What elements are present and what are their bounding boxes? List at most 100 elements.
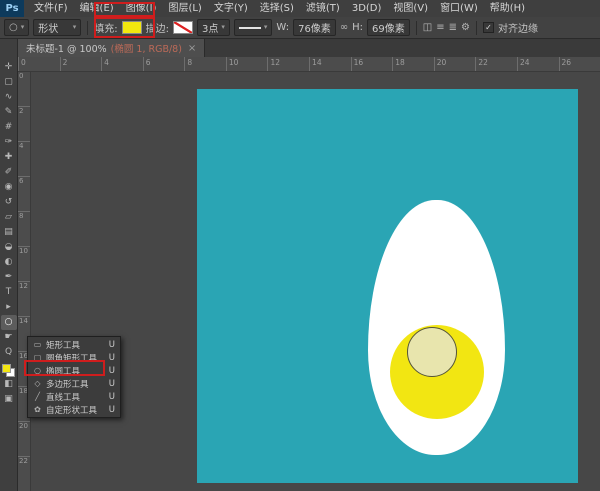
menu-item[interactable]: 编辑(E) bbox=[74, 0, 120, 17]
tool-icon: ◒ bbox=[5, 243, 13, 252]
menu-item[interactable]: 窗口(W) bbox=[434, 0, 484, 17]
ruler-tick: 10 bbox=[18, 246, 30, 281]
fill-label: 填充: bbox=[94, 20, 117, 35]
tool-button[interactable]: ✛ bbox=[1, 60, 17, 75]
height-label: H: bbox=[352, 22, 363, 33]
flyout-item-shortcut: U bbox=[109, 392, 115, 402]
flyout-item-label: 圆角矩形工具 bbox=[46, 352, 105, 364]
chevron-down-icon: ▾ bbox=[221, 24, 225, 31]
flyout-menu-item[interactable]: ▭ 矩形工具 U bbox=[28, 338, 120, 351]
tool-button[interactable]: ▤ bbox=[1, 225, 17, 240]
close-tab-icon[interactable]: × bbox=[188, 43, 196, 54]
tool-button[interactable]: Q bbox=[1, 345, 17, 360]
shape-width-input[interactable]: 76像素 bbox=[293, 19, 336, 36]
tool-button[interactable]: ✒ bbox=[1, 270, 17, 285]
ruler-tick: 14 bbox=[309, 57, 351, 71]
tool-button[interactable]: ✐ bbox=[1, 165, 17, 180]
tool-button[interactable]: ○ bbox=[1, 315, 17, 330]
tool-button[interactable]: ☛ bbox=[1, 330, 17, 345]
tool-button[interactable]: ▱ bbox=[1, 210, 17, 225]
canvas[interactable] bbox=[197, 89, 578, 483]
menu-item[interactable]: 图像(I) bbox=[120, 0, 163, 17]
menu-item[interactable]: 视图(V) bbox=[387, 0, 434, 17]
align-edges-checkbox[interactable]: ✓ bbox=[483, 22, 494, 33]
egg-white-shape bbox=[368, 200, 505, 455]
tool-icon: ☛ bbox=[4, 333, 12, 342]
tool-button[interactable]: ✎ bbox=[1, 105, 17, 120]
document-tab[interactable]: 未标题-1 @ 100% (椭圆 1, RGB/8) × bbox=[18, 39, 205, 57]
tool-button[interactable]: ↺ bbox=[1, 195, 17, 210]
menu-item[interactable]: 3D(D) bbox=[346, 0, 388, 17]
flyout-menu-item[interactable]: ▢ 圆角矩形工具 U bbox=[28, 351, 120, 364]
tool-button[interactable]: ◉ bbox=[1, 180, 17, 195]
menu-item[interactable]: 文字(Y) bbox=[208, 0, 254, 17]
flyout-menu-item[interactable]: ╱ 直线工具 U bbox=[28, 390, 120, 403]
photoshop-logo: Ps bbox=[0, 0, 24, 17]
flyout-item-shortcut: U bbox=[109, 379, 115, 389]
quick-mask-button[interactable]: ◧ bbox=[1, 377, 17, 392]
menu-item[interactable]: 文件(F) bbox=[28, 0, 74, 17]
menu-item[interactable]: 滤镜(T) bbox=[300, 0, 346, 17]
flyout-item-label: 矩形工具 bbox=[46, 339, 105, 351]
menu-item[interactable]: 帮助(H) bbox=[484, 0, 531, 17]
tool-icon: ○ bbox=[5, 318, 13, 327]
stroke-width-select[interactable]: 3点 ▾ bbox=[197, 19, 230, 36]
vertical-ruler: 0246810121416182022 bbox=[18, 71, 31, 491]
path-alignment-icon[interactable]: ≡ bbox=[436, 23, 444, 33]
path-operations-icon[interactable]: ◫ bbox=[423, 23, 432, 33]
stroke-color-swatch[interactable] bbox=[173, 21, 193, 34]
divider bbox=[416, 21, 417, 35]
ruler-tick: 12 bbox=[267, 57, 309, 71]
ruler-tick: 6 bbox=[143, 57, 185, 71]
tool-preset-picker[interactable]: ○ ▾ bbox=[4, 19, 29, 36]
ruler-tick: 20 bbox=[434, 57, 476, 71]
chevron-down-icon: ▾ bbox=[73, 24, 77, 31]
tool-button[interactable]: T bbox=[1, 285, 17, 300]
ruler-tick: 6 bbox=[18, 176, 30, 211]
tool-button[interactable]: ◐ bbox=[1, 255, 17, 270]
tool-icon: ✎ bbox=[5, 108, 13, 117]
tool-button[interactable]: ∿ bbox=[1, 90, 17, 105]
shape-height-input[interactable]: 69像素 bbox=[367, 19, 410, 36]
tool-icon: ✒ bbox=[5, 273, 13, 282]
flyout-item-shortcut: U bbox=[109, 405, 115, 415]
ruler-tick: 26 bbox=[559, 57, 600, 71]
ruler-tick: 22 bbox=[18, 456, 30, 491]
stroke-style-select[interactable]: ▾ bbox=[234, 19, 273, 36]
tool-icon: # bbox=[5, 123, 13, 132]
menu-item[interactable]: 选择(S) bbox=[254, 0, 300, 17]
ruler-tick: 8 bbox=[184, 57, 226, 71]
tool-button[interactable]: ▢ bbox=[1, 75, 17, 90]
solid-line-icon bbox=[239, 27, 261, 29]
link-dimensions-icon[interactable]: ∞ bbox=[340, 23, 348, 33]
ruler-tick: 20 bbox=[18, 421, 30, 456]
flyout-menu-item[interactable]: ◇ 多边形工具 U bbox=[28, 377, 120, 390]
flyout-menu-item[interactable]: ○ 椭圆工具 U bbox=[28, 364, 120, 377]
ruler-tick: 0 bbox=[18, 71, 30, 106]
geometry-options-gear-icon[interactable]: ⚙ bbox=[461, 23, 470, 33]
menu-item[interactable]: 图层(L) bbox=[162, 0, 207, 17]
tool-button[interactable]: ✑ bbox=[1, 135, 17, 150]
tool-button[interactable]: # bbox=[1, 120, 17, 135]
quick-mask-icon: ◧ bbox=[4, 380, 13, 389]
photoshop-window: Ps 文件(F)编辑(E)图像(I)图层(L)文字(Y)选择(S)滤镜(T)3D… bbox=[0, 0, 600, 491]
tool-icon: ✑ bbox=[5, 138, 13, 147]
ruler-tick: 8 bbox=[18, 211, 30, 246]
stroke-label: 描边: bbox=[146, 20, 169, 35]
align-edges-label: 对齐边缘 bbox=[498, 20, 538, 35]
flyout-menu-item[interactable]: ✿ 自定形状工具 U bbox=[28, 403, 120, 416]
tool-button[interactable]: ▸ bbox=[1, 300, 17, 315]
tool-button[interactable]: ◒ bbox=[1, 240, 17, 255]
screen-mode-button[interactable]: ▣ bbox=[1, 392, 17, 407]
tool-button[interactable]: ✚ bbox=[1, 150, 17, 165]
fill-color-swatch[interactable] bbox=[122, 21, 142, 34]
foreground-color-swatch[interactable] bbox=[2, 364, 11, 373]
tool-mode-select[interactable]: 形状 ▾ bbox=[33, 19, 81, 36]
screen-mode-icon: ▣ bbox=[4, 395, 13, 404]
ruler-tick: 4 bbox=[101, 57, 143, 71]
flyout-item-shortcut: U bbox=[109, 366, 115, 376]
tool-icon: ▸ bbox=[6, 303, 11, 312]
path-arrange-icon[interactable]: ≣ bbox=[449, 23, 457, 33]
tool-icon: ▤ bbox=[4, 228, 13, 237]
tool-icon: ▱ bbox=[5, 213, 12, 222]
